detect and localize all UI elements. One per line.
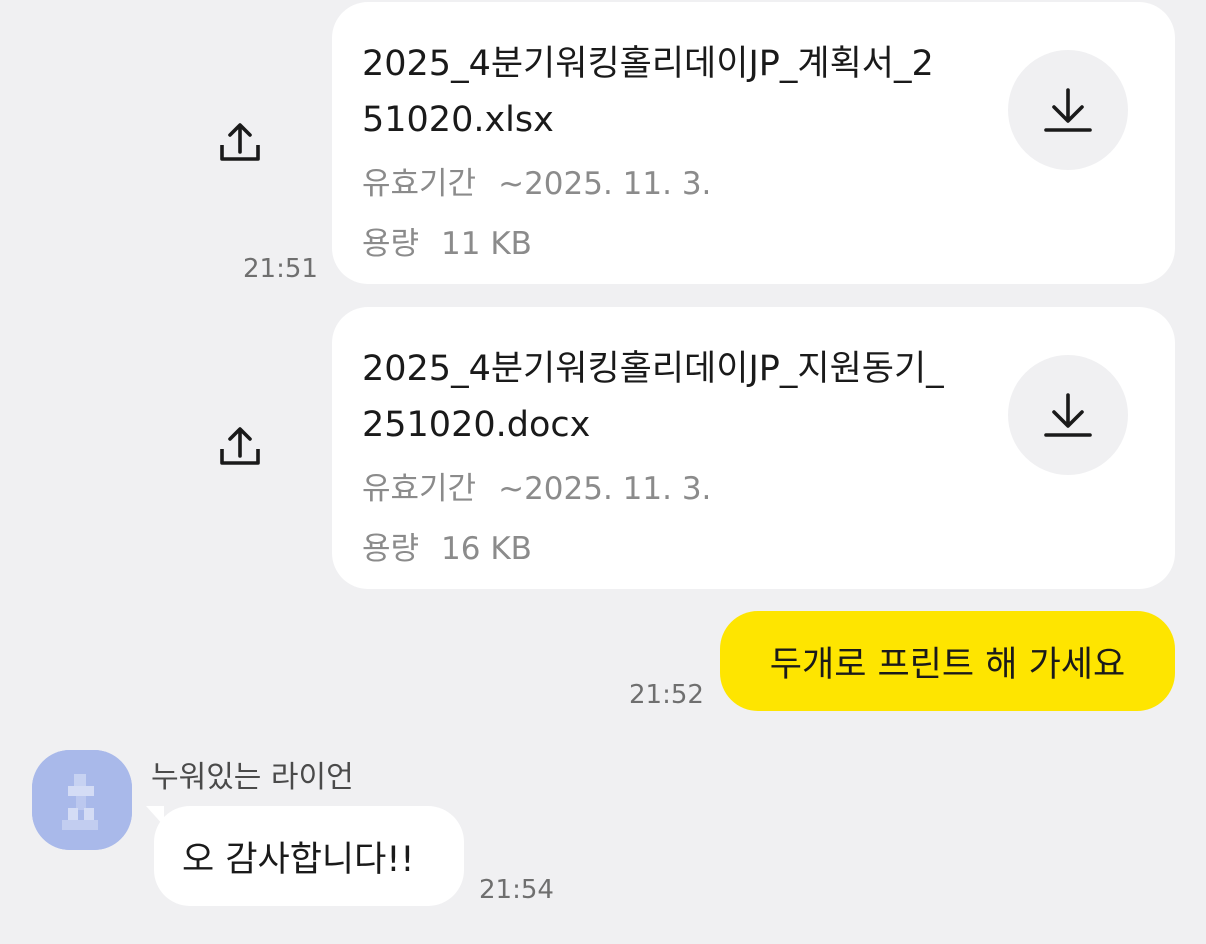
share-icon <box>220 123 260 161</box>
message-timestamp: 21:52 <box>629 680 704 710</box>
file-expiry-value: ~2025. 11. 3. <box>498 166 712 202</box>
sender-name: 누워있는 라이언 <box>151 760 354 795</box>
file-expiry-label: 유효기간 <box>362 166 477 202</box>
file-size: 용량 11 KB <box>362 218 532 263</box>
file-size-label: 용량 <box>362 531 420 567</box>
message-timestamp: 21:51 <box>243 254 318 284</box>
file-name: 2025_4분기워킹홀리데이JP_지원동기_251020.docx <box>362 349 944 445</box>
received-message-bubble[interactable]: 오 감사합니다!! <box>154 806 464 906</box>
download-button[interactable] <box>1008 355 1128 475</box>
file-name: 2025_4분기워킹홀리데이JP_계획서_251020.xlsx <box>362 44 934 140</box>
share-button[interactable] <box>196 98 284 186</box>
avatar-image <box>32 750 132 850</box>
file-message-card[interactable]: 2025_4분기워킹홀리데이JP_지원동기_251020.docx 유효기간 ~2… <box>332 307 1175 589</box>
download-icon <box>1044 393 1092 437</box>
file-size-value: 11 KB <box>441 226 532 262</box>
file-expiry: 유효기간 ~2025. 11. 3. <box>362 158 711 203</box>
file-expiry-label: 유효기간 <box>362 471 477 507</box>
profile-avatar[interactable] <box>32 750 132 850</box>
file-expiry: 유효기간 ~2025. 11. 3. <box>362 463 711 508</box>
share-button[interactable] <box>196 402 284 490</box>
file-size-label: 용량 <box>362 226 420 262</box>
file-message-card[interactable]: 2025_4분기워킹홀리데이JP_계획서_251020.xlsx 유효기간 ~20… <box>332 2 1175 284</box>
file-expiry-value: ~2025. 11. 3. <box>498 471 712 507</box>
file-size: 용량 16 KB <box>362 523 532 568</box>
file-size-value: 16 KB <box>441 531 532 567</box>
sent-message-bubble[interactable]: 두개로 프린트 해 가세요 <box>720 611 1175 711</box>
share-icon <box>220 427 260 465</box>
message-timestamp: 21:54 <box>479 875 554 905</box>
download-button[interactable] <box>1008 50 1128 170</box>
download-icon <box>1044 88 1092 132</box>
